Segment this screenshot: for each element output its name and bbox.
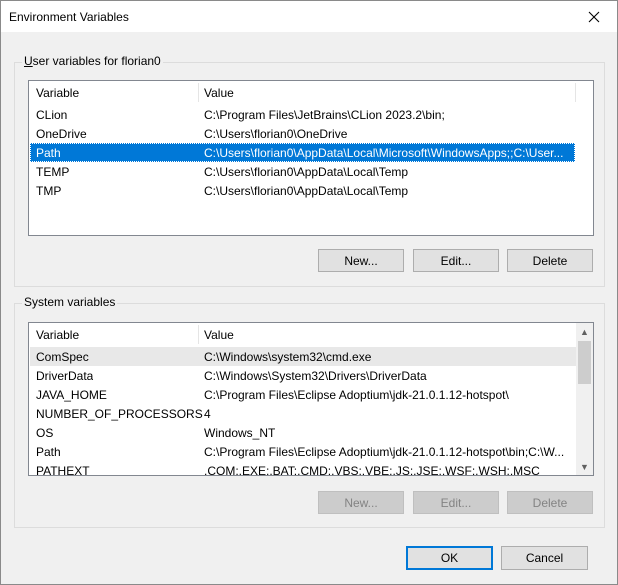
user-column-separator[interactable] xyxy=(198,83,199,102)
user-column-value[interactable]: Value xyxy=(204,86,234,100)
variable-name: PATHEXT xyxy=(36,464,90,476)
system-list-header: Variable Value xyxy=(29,323,577,346)
variable-value: C:\Windows\system32\cmd.exe xyxy=(204,350,372,364)
ok-button[interactable]: OK xyxy=(406,546,493,570)
variable-name: Path xyxy=(36,445,61,459)
system-column-variable[interactable]: Variable xyxy=(36,328,79,342)
vertical-scrollbar[interactable]: ▲ ▼ xyxy=(576,323,593,475)
list-item[interactable]: OS Windows_NT xyxy=(30,423,576,442)
variable-value: C:\Users\florian0\AppData\Local\Microsof… xyxy=(204,146,564,160)
variable-name: OS xyxy=(36,426,54,440)
close-button[interactable] xyxy=(571,1,617,32)
variable-value: C:\Users\florian0\OneDrive xyxy=(204,127,348,141)
system-column-separator[interactable] xyxy=(198,325,199,344)
user-new-button[interactable]: New... xyxy=(318,249,404,272)
system-edit-label: Edit... xyxy=(440,495,472,510)
variable-value: C:\Program Files\Eclipse Adoptium\jdk-21… xyxy=(204,445,565,459)
ok-label: OK xyxy=(440,551,459,565)
user-variables-mnemonic: U xyxy=(24,54,33,68)
variable-value: C:\Users\florian0\AppData\Local\Temp xyxy=(204,165,409,179)
variable-name: ComSpec xyxy=(36,350,89,364)
system-column-value[interactable]: Value xyxy=(204,328,234,342)
variable-name: TEMP xyxy=(36,165,70,179)
scroll-up-arrow-icon[interactable]: ▲ xyxy=(576,323,593,340)
list-item[interactable]: CLion C:\Program Files\JetBrains\CLion 2… xyxy=(30,105,575,124)
variable-value: .COM;.EXE;.BAT;.CMD;.VBS;.VBE;.JS;.JSE;.… xyxy=(204,464,540,476)
list-item[interactable]: Path C:\Program Files\Eclipse Adoptium\j… xyxy=(30,442,576,461)
system-variables-group: System variables Variable Value ComSpec … xyxy=(14,295,605,528)
variable-value: C:\Users\florian0\AppData\Local\Temp xyxy=(204,184,409,198)
user-variables-list[interactable]: Variable Value CLion C:\Program Files\Je… xyxy=(28,80,594,236)
system-delete-label: Delete xyxy=(532,495,568,510)
system-new-label: New... xyxy=(344,495,378,510)
system-delete-button[interactable]: Delete xyxy=(507,491,593,514)
list-item[interactable]: DriverData C:\Windows\System32\Drivers\D… xyxy=(30,366,576,385)
list-item[interactable]: TMP C:\Users\florian0\AppData\Local\Temp xyxy=(30,181,575,200)
variable-value: C:\Program Files\Eclipse Adoptium\jdk-21… xyxy=(204,388,509,402)
list-item[interactable]: NUMBER_OF_PROCESSORS 4 xyxy=(30,404,576,423)
variable-value: C:\Windows\System32\Drivers\DriverData xyxy=(204,369,427,383)
user-variables-group: User variables for florian0 Variable Val… xyxy=(14,54,605,287)
scrollbar-thumb[interactable] xyxy=(578,341,591,384)
variable-name: JAVA_HOME xyxy=(36,388,107,402)
list-item[interactable]: ComSpec C:\Windows\system32\cmd.exe xyxy=(30,347,576,366)
user-delete-label: Delete xyxy=(532,253,568,268)
system-variables-group-title: System variables xyxy=(22,295,118,309)
scroll-down-arrow-icon[interactable]: ▼ xyxy=(576,458,593,475)
list-item[interactable]: TEMP C:\Users\florian0\AppData\Local\Tem… xyxy=(30,162,575,181)
title-bar: Environment Variables xyxy=(1,1,617,32)
variable-value: C:\Program Files\JetBrains\CLion 2023.2\… xyxy=(204,108,445,122)
user-edit-button[interactable]: Edit... xyxy=(413,249,499,272)
user-new-label: New... xyxy=(344,253,378,268)
system-edit-button[interactable]: Edit... xyxy=(413,491,499,514)
user-variables-group-title: User variables for florian0 xyxy=(22,54,163,68)
variable-name: OneDrive xyxy=(36,127,87,141)
user-variables-title-rest: ser variables for florian0 xyxy=(32,54,161,68)
system-variables-list[interactable]: Variable Value ComSpec C:\Windows\system… xyxy=(28,322,594,476)
list-item[interactable]: OneDrive C:\Users\florian0\OneDrive xyxy=(30,124,575,143)
user-column-variable[interactable]: Variable xyxy=(36,86,79,100)
close-icon xyxy=(588,11,600,22)
system-new-button[interactable]: New... xyxy=(318,491,404,514)
user-list-header: Variable Value xyxy=(29,81,593,104)
user-edit-label: Edit... xyxy=(440,253,472,268)
variable-name: DriverData xyxy=(36,369,94,383)
cancel-label: Cancel xyxy=(525,551,564,565)
environment-variables-dialog: Environment Variables User variables for… xyxy=(0,0,618,585)
variable-name: TMP xyxy=(36,184,62,198)
variable-name: NUMBER_OF_PROCESSORS xyxy=(36,407,203,421)
cancel-button[interactable]: Cancel xyxy=(501,546,588,570)
list-item[interactable]: PATHEXT .COM;.EXE;.BAT;.CMD;.VBS;.VBE;.J… xyxy=(30,461,576,476)
window-title: Environment Variables xyxy=(9,10,129,24)
user-delete-button[interactable]: Delete xyxy=(507,249,593,272)
variable-name: CLion xyxy=(36,108,68,122)
variable-name: Path xyxy=(36,146,61,160)
variable-value: 4 xyxy=(204,407,211,421)
list-item-selected[interactable]: Path C:\Users\florian0\AppData\Local\Mic… xyxy=(30,143,575,162)
variable-value: Windows_NT xyxy=(204,426,276,440)
user-column-separator-end[interactable] xyxy=(575,83,576,102)
list-item[interactable]: JAVA_HOME C:\Program Files\Eclipse Adopt… xyxy=(30,385,576,404)
